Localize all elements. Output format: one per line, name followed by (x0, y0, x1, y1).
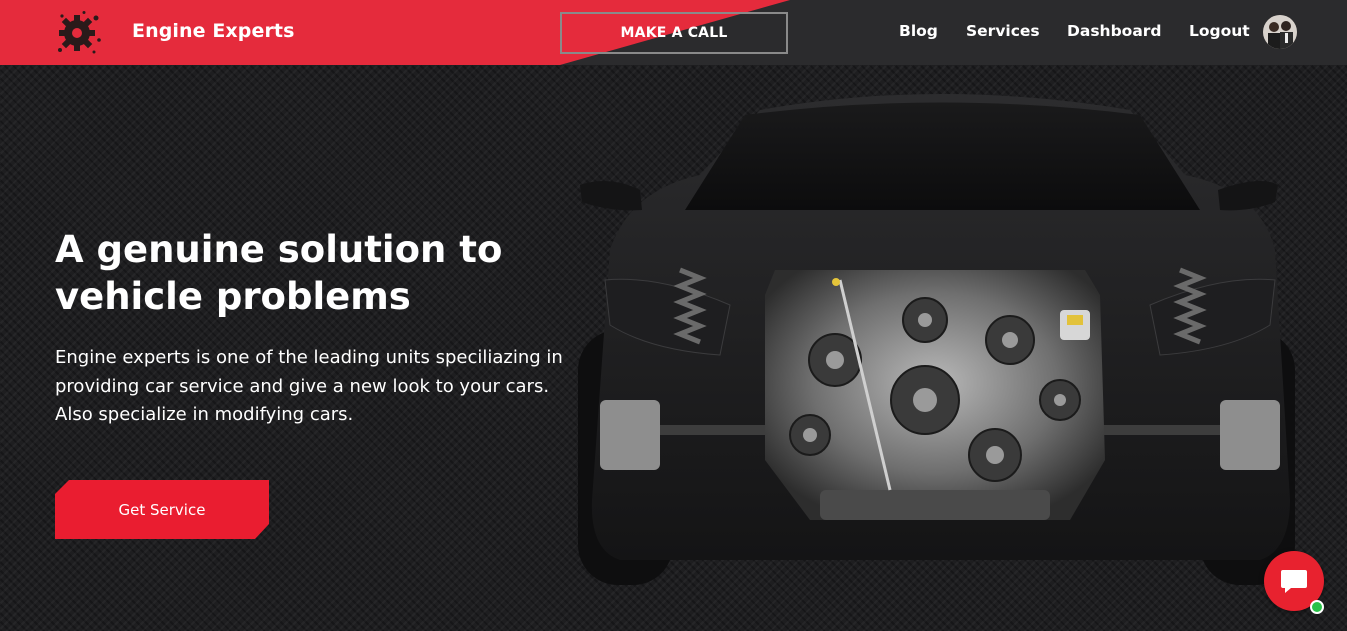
user-avatar[interactable] (1263, 15, 1297, 49)
nav-link-services[interactable]: Services (966, 22, 1040, 40)
navbar: Engine Experts MAKE A CALL Blog Services… (0, 0, 1347, 65)
hero-headline-line1: A genuine solution to (55, 228, 503, 271)
chat-bubble-icon (1281, 570, 1307, 593)
nav-link-logout[interactable]: Logout (1189, 22, 1250, 40)
gear-splash-icon[interactable] (56, 10, 102, 56)
hero-headline: A genuine solution to vehicle problems (55, 226, 575, 320)
online-status-dot (1310, 600, 1324, 614)
hero-headline-line2: vehicle problems (55, 275, 411, 318)
nav-link-blog[interactable]: Blog (899, 22, 938, 40)
car-engine-illustration (578, 94, 1295, 585)
brand-name[interactable]: Engine Experts (132, 20, 295, 42)
get-service-button[interactable]: Get Service (55, 480, 269, 539)
nav-link-dashboard[interactable]: Dashboard (1067, 22, 1162, 40)
hero-description: Engine experts is one of the leading uni… (55, 347, 563, 425)
make-a-call-button[interactable]: MAKE A CALL (560, 12, 788, 54)
